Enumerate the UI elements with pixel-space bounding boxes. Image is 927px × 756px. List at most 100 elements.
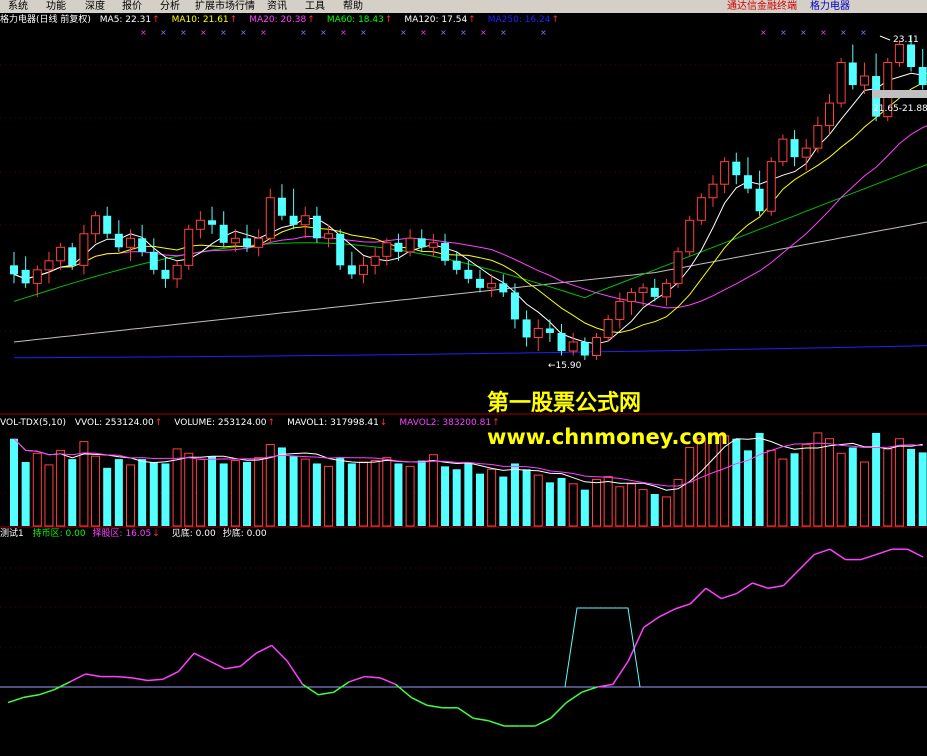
candle-body [56,246,66,262]
candle-body [743,175,752,189]
candle-body [68,247,77,266]
candle-body [685,219,695,253]
candle-body [626,291,636,302]
volume-panel[interactable] [10,432,927,527]
indicator-segment [534,717,552,727]
volume-bar [476,473,484,526]
indicator-segment [147,678,164,682]
candle-body [848,62,857,86]
volume-bar [56,449,66,527]
candle [766,157,776,216]
volume-bar [918,452,927,526]
candle-body [464,269,473,279]
price-panel-value-5: MA250: 16.24↑ [488,15,565,25]
candle-body [825,102,834,127]
volume-bar [452,469,461,526]
menu-analysis[interactable]: 分析 [160,0,180,13]
volume-bar [324,465,334,527]
volume-panel-value-1: VOLUME: 253124.00↑ [174,418,281,428]
candle-body [766,161,776,212]
trend-arrow-icon: ↑ [154,418,163,428]
candle-body [138,238,147,252]
volume-bar [347,463,356,526]
signal-marker: × [760,28,767,37]
candle [405,229,415,257]
current-range-marker [872,90,927,98]
volume-bar [638,489,648,527]
indicator-segment [782,569,800,587]
candle-body [510,292,519,320]
candle-body [10,265,18,275]
ma120-line [13,221,927,343]
candle [103,206,112,239]
volume-bar [219,463,228,526]
candle-body [790,139,799,158]
menu-help[interactable]: 帮助 [343,0,363,13]
menu-ext-market[interactable]: 扩展市场行情 [195,0,255,13]
candle [347,251,356,279]
indicator-segment [193,652,210,662]
candle-body [836,61,846,104]
candle [732,152,741,185]
price-panel-value-3: MA60: 18.43↑ [327,15,399,25]
ma10-line [13,80,927,334]
menu-function[interactable]: 功能 [46,0,66,13]
candle-body [720,161,730,185]
volume-bar [592,478,601,527]
volume-bar [44,464,54,527]
candle-body [149,251,158,270]
indicator-segment [705,587,722,600]
candle-body [580,341,589,356]
indicator-segment [643,616,660,628]
menu-news[interactable]: 资讯 [267,0,287,13]
volume-bar [394,463,403,526]
volume-bar [138,459,147,526]
candle-body [289,215,298,225]
stock-chart[interactable]: 23.11 ←15.90 21.65-21.88 × × × × × × × × × × × × × × × × × ×… [0,0,927,756]
price-title: 格力电器(日线 前复权) [0,15,91,25]
menu-quote[interactable]: 报价 [122,0,142,13]
signal-marker: × [320,28,327,37]
candle-body [21,269,30,284]
ma20-line [13,125,927,309]
volume-bar [68,459,77,526]
candle-body [382,242,392,257]
signal-marker: × [140,28,147,37]
volume-bar [778,458,788,527]
signal-marker: × [860,28,867,37]
trend-arrow-icon: ↓ [379,418,388,428]
candle-body [428,242,438,248]
volume-bar [661,496,671,527]
value-text: MA20: 20.38 [249,15,307,25]
volume-bar [300,458,310,527]
indicator-segment [798,553,815,571]
menu-depth[interactable]: 深度 [85,0,105,13]
price-panel[interactable]: 23.11 ←15.90 21.65-21.88 × × × × × × × × × × × × × × × × × ×… [10,28,927,371]
volume-bar [32,452,42,527]
candle [359,256,368,284]
trend-arrow-icon: ↓ [152,529,160,539]
volume-bar [545,482,554,526]
candle [790,130,799,167]
indicator-segment [814,548,831,556]
candle-body [638,287,648,293]
indicator-segment [54,681,71,691]
volume-title: VOL-TDX(5,10) [0,418,67,428]
stock-name-label: 格力电器 [810,1,850,12]
menu-tools[interactable]: 工具 [305,0,325,13]
value-text: VVOL: 253124.00 [74,418,154,428]
indicator-segment [302,683,319,696]
value-text: MA120: 17.54 [404,15,468,25]
signal-marker: × [180,28,187,37]
candle-body [545,328,554,333]
candle-body [650,287,659,297]
indicator-segment [69,673,86,683]
bottom-signal-pulse [564,607,641,688]
indicator-segment [410,696,428,706]
volume-bar [10,438,18,526]
value-text: MA5: 22.31 [99,15,152,25]
volume-bar [766,449,776,527]
indicator-panel[interactable] [0,548,927,727]
panel-frames [0,64,927,648]
menu-system[interactable]: 系统 [8,0,28,13]
